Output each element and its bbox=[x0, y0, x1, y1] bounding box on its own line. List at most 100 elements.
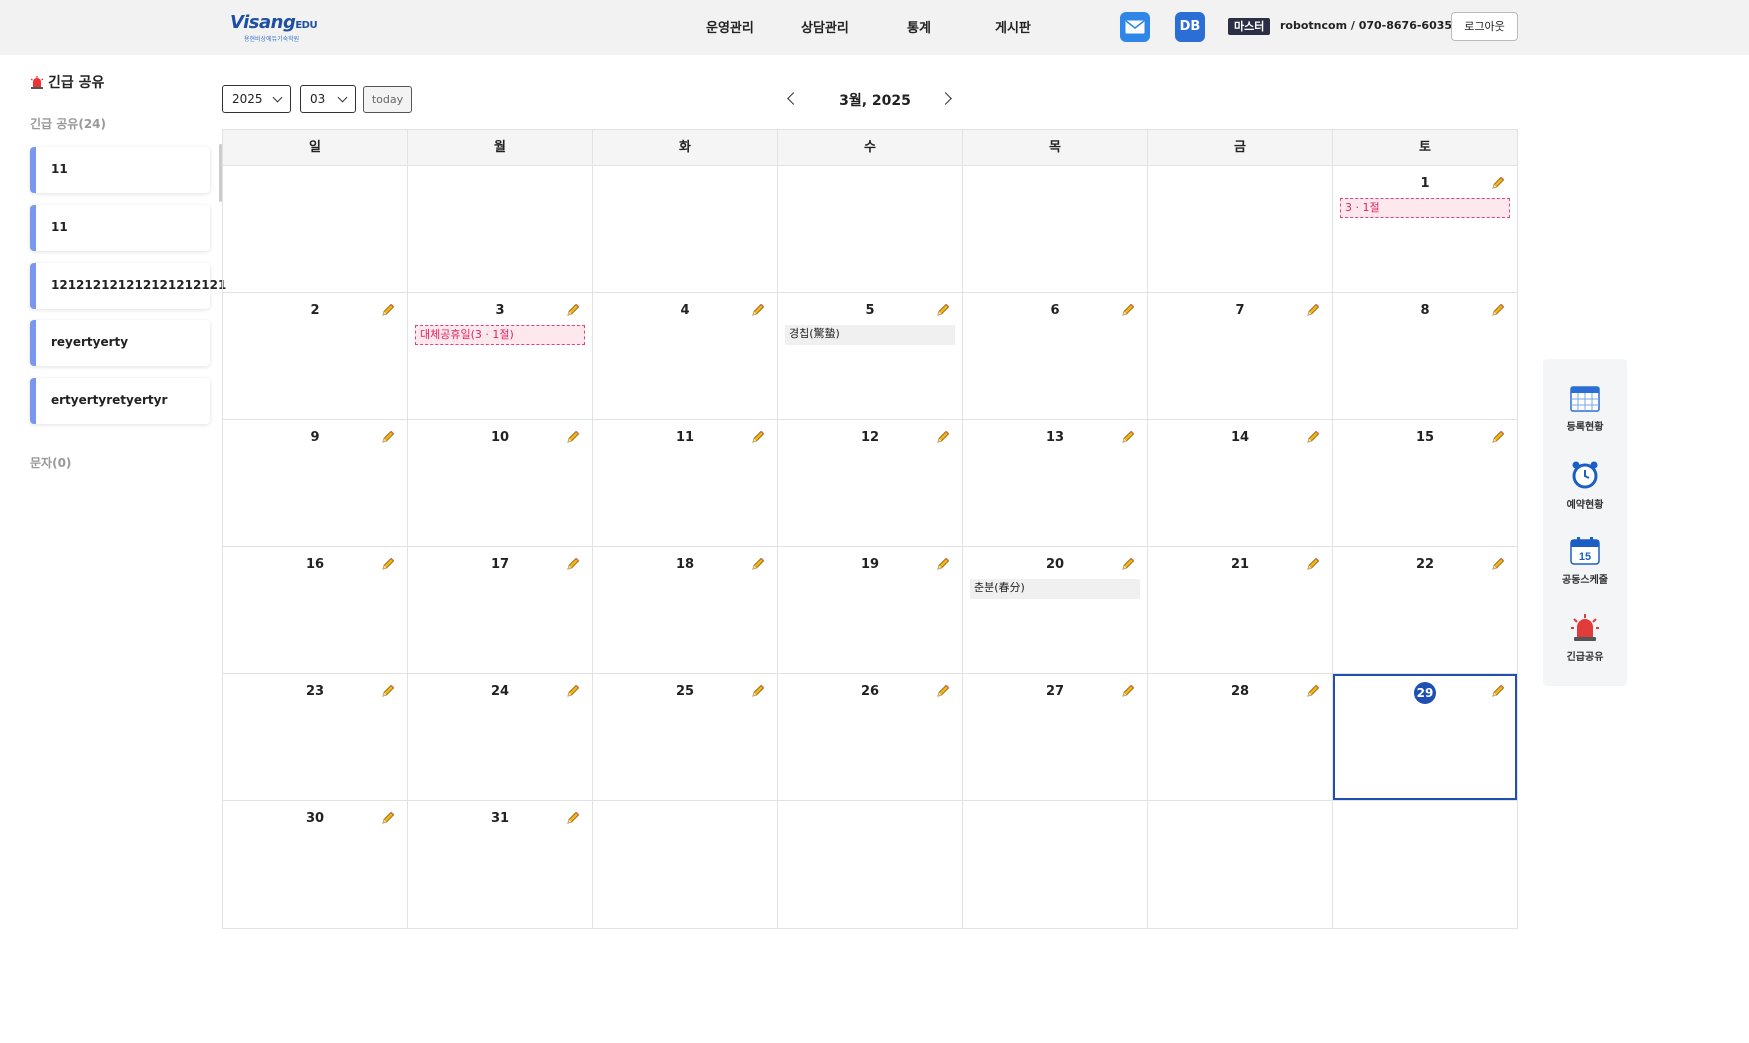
pencil-edit-icon[interactable] bbox=[936, 683, 950, 697]
share-card[interactable]: reyertyerty bbox=[30, 320, 210, 366]
top-header: VisangEDU 용현비상에듀기숙학원 운영관리 상담관리 통계 게시판 DB… bbox=[0, 0, 1749, 55]
year-value: 2025 bbox=[232, 92, 263, 106]
day-cell[interactable]: 29 bbox=[1333, 674, 1517, 800]
logo-brand: Visang bbox=[230, 12, 296, 33]
prev-month-icon[interactable] bbox=[785, 91, 801, 107]
day-cell[interactable]: 2 bbox=[223, 293, 408, 419]
pencil-edit-icon[interactable] bbox=[936, 429, 950, 443]
day-cell[interactable]: 3 대체공휴일(3 · 1절) bbox=[408, 293, 593, 419]
day-cell[interactable]: 1 3 · 1절 bbox=[1333, 166, 1517, 292]
day-cell[interactable]: 7 bbox=[1148, 293, 1333, 419]
pencil-edit-icon[interactable] bbox=[566, 683, 580, 697]
day-cell[interactable]: 8 bbox=[1333, 293, 1517, 419]
calendar-event[interactable]: 경칩(驚蟄) bbox=[785, 325, 955, 345]
pencil-edit-icon[interactable] bbox=[566, 810, 580, 824]
today-button[interactable]: today bbox=[363, 86, 412, 113]
day-cell[interactable]: 17 bbox=[408, 547, 593, 673]
urgent-share-count[interactable]: 긴급 공유(24) bbox=[30, 115, 106, 132]
empty-day-cell bbox=[593, 801, 778, 928]
quick-registration-status[interactable]: 등록현황 bbox=[1543, 386, 1627, 433]
pencil-edit-icon[interactable] bbox=[936, 302, 950, 316]
calendar-event[interactable]: 춘분(春分) bbox=[970, 579, 1140, 599]
day-cell[interactable]: 14 bbox=[1148, 420, 1333, 546]
share-card[interactable]: 121212121212121212121 bbox=[30, 263, 226, 309]
day-cell[interactable]: 15 bbox=[1333, 420, 1517, 546]
day-cell[interactable]: 25 bbox=[593, 674, 778, 800]
day-cell[interactable]: 12 bbox=[778, 420, 963, 546]
day-cell[interactable]: 20 춘분(春分) bbox=[963, 547, 1148, 673]
pencil-edit-icon[interactable] bbox=[751, 556, 765, 570]
day-cell[interactable]: 6 bbox=[963, 293, 1148, 419]
sms-count[interactable]: 문자(0) bbox=[30, 454, 71, 471]
nav-operations[interactable]: 운영관리 bbox=[706, 17, 754, 36]
year-select[interactable]: 2025 bbox=[222, 85, 291, 113]
next-month-icon[interactable] bbox=[940, 91, 956, 107]
pencil-edit-icon[interactable] bbox=[1491, 302, 1505, 316]
day-cell[interactable]: 24 bbox=[408, 674, 593, 800]
day-cell[interactable]: 4 bbox=[593, 293, 778, 419]
day-cell[interactable]: 11 bbox=[593, 420, 778, 546]
pencil-edit-icon[interactable] bbox=[751, 429, 765, 443]
day-cell[interactable]: 31 bbox=[408, 801, 593, 928]
pencil-edit-icon[interactable] bbox=[566, 429, 580, 443]
day-number: 12 bbox=[778, 428, 962, 448]
pencil-edit-icon[interactable] bbox=[381, 810, 395, 824]
quick-reservation-status[interactable]: 예약현황 bbox=[1543, 460, 1627, 511]
nav-consulting[interactable]: 상담관리 bbox=[801, 17, 849, 36]
visang-edu-logo[interactable]: VisangEDU 용현비상에듀기숙학원 bbox=[230, 12, 318, 44]
weekday-fri: 금 bbox=[1148, 130, 1333, 165]
day-cell[interactable]: 18 bbox=[593, 547, 778, 673]
day-number-text: 19 bbox=[860, 557, 880, 572]
day-cell[interactable]: 5 경칩(驚蟄) bbox=[778, 293, 963, 419]
pencil-edit-icon[interactable] bbox=[751, 302, 765, 316]
pencil-edit-icon[interactable] bbox=[1491, 429, 1505, 443]
day-cell[interactable]: 13 bbox=[963, 420, 1148, 546]
pencil-edit-icon[interactable] bbox=[566, 302, 580, 316]
pencil-edit-icon[interactable] bbox=[1121, 302, 1135, 316]
day-cell[interactable]: 10 bbox=[408, 420, 593, 546]
pencil-edit-icon[interactable] bbox=[1121, 429, 1135, 443]
day-cell[interactable]: 21 bbox=[1148, 547, 1333, 673]
month-select[interactable]: 03 bbox=[300, 85, 356, 113]
day-number: 19 bbox=[778, 555, 962, 575]
share-card[interactable]: 11 bbox=[30, 147, 210, 193]
pencil-edit-icon[interactable] bbox=[381, 429, 395, 443]
pencil-edit-icon[interactable] bbox=[566, 556, 580, 570]
holiday-event[interactable]: 3 · 1절 bbox=[1340, 198, 1510, 218]
day-cell[interactable]: 19 bbox=[778, 547, 963, 673]
pencil-edit-icon[interactable] bbox=[1121, 683, 1135, 697]
mail-icon[interactable] bbox=[1120, 12, 1150, 42]
pencil-edit-icon[interactable] bbox=[1306, 429, 1320, 443]
day-cell[interactable]: 26 bbox=[778, 674, 963, 800]
nav-board[interactable]: 게시판 bbox=[995, 17, 1031, 36]
pencil-edit-icon[interactable] bbox=[381, 683, 395, 697]
pencil-edit-icon[interactable] bbox=[1491, 683, 1505, 697]
siren-icon bbox=[1571, 614, 1599, 641]
share-card[interactable]: ertyertyretyertyr bbox=[30, 378, 210, 424]
pencil-edit-icon[interactable] bbox=[936, 556, 950, 570]
day-cell[interactable]: 30 bbox=[223, 801, 408, 928]
quick-urgent-share[interactable]: 긴급공유 bbox=[1543, 612, 1627, 663]
pencil-edit-icon[interactable] bbox=[381, 556, 395, 570]
day-cell[interactable]: 16 bbox=[223, 547, 408, 673]
pencil-edit-icon[interactable] bbox=[1491, 175, 1505, 189]
day-cell[interactable]: 28 bbox=[1148, 674, 1333, 800]
pencil-edit-icon[interactable] bbox=[1306, 302, 1320, 316]
pencil-edit-icon[interactable] bbox=[1306, 556, 1320, 570]
nav-statistics[interactable]: 통계 bbox=[907, 17, 931, 36]
day-cell[interactable]: 27 bbox=[963, 674, 1148, 800]
share-card[interactable]: 11 bbox=[30, 205, 210, 251]
holiday-event[interactable]: 대체공휴일(3 · 1절) bbox=[415, 325, 585, 345]
pencil-edit-icon[interactable] bbox=[1306, 683, 1320, 697]
pencil-edit-icon[interactable] bbox=[1491, 556, 1505, 570]
db-icon[interactable]: DB bbox=[1175, 12, 1205, 42]
logout-button[interactable]: 로그아웃 bbox=[1451, 12, 1518, 41]
day-number: 17 bbox=[408, 555, 592, 575]
pencil-edit-icon[interactable] bbox=[381, 302, 395, 316]
pencil-edit-icon[interactable] bbox=[1121, 556, 1135, 570]
pencil-edit-icon[interactable] bbox=[751, 683, 765, 697]
day-cell[interactable]: 23 bbox=[223, 674, 408, 800]
day-cell[interactable]: 9 bbox=[223, 420, 408, 546]
quick-shared-schedule[interactable]: 15 공동스케줄 bbox=[1543, 537, 1627, 586]
day-cell[interactable]: 22 bbox=[1333, 547, 1517, 673]
